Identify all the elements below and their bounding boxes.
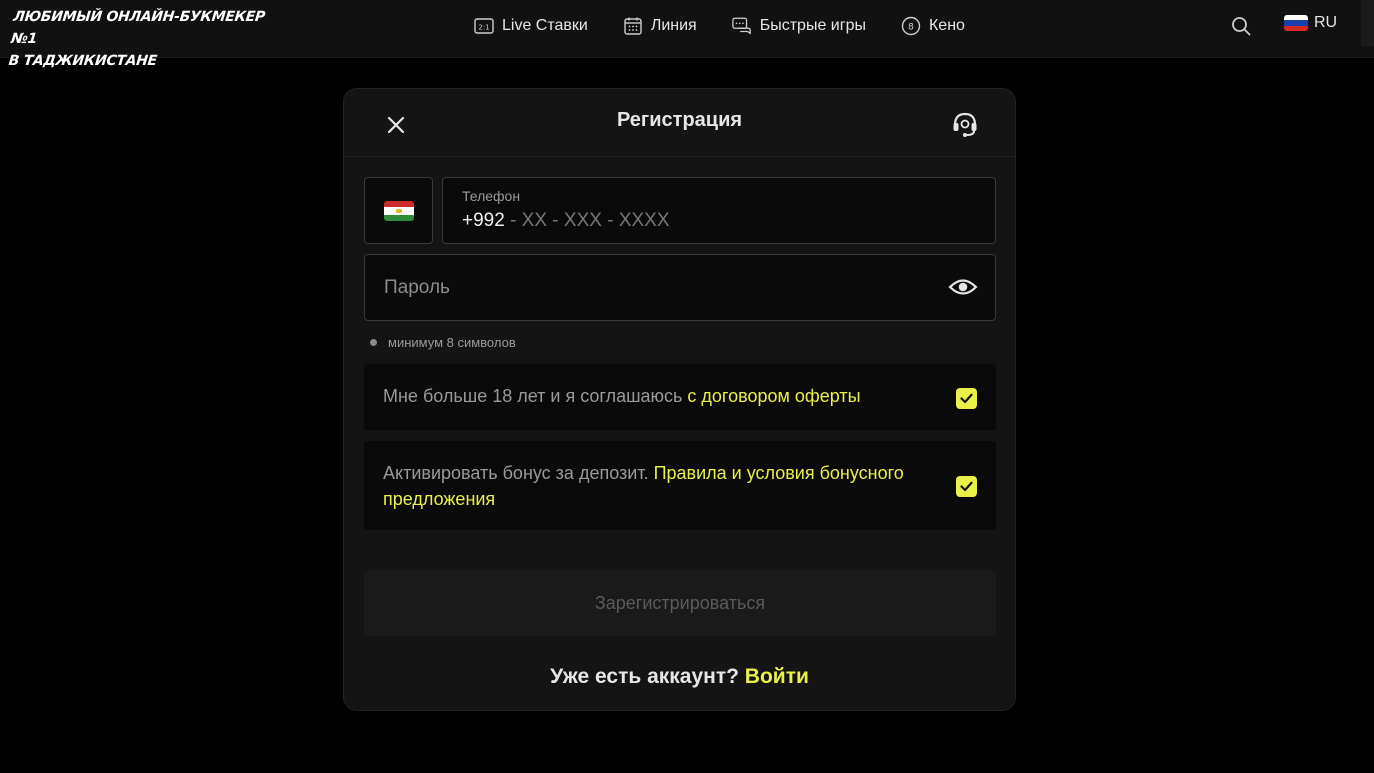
live-icon-text: 2:1: [478, 24, 489, 32]
calendar-icon: [623, 16, 643, 36]
nav-label-line: Линия: [650, 17, 697, 34]
hint-bullet: [370, 339, 377, 346]
nav-label-keno: Кено: [928, 17, 965, 34]
register-button[interactable]: Зарегистрироваться: [364, 570, 996, 636]
agreement-text: Мне больше 18 лет и я соглашаюсь с догов…: [383, 386, 861, 407]
checkmark-icon: [960, 481, 973, 492]
bonus-label: Активировать бонус за депозит.: [383, 463, 654, 483]
phone-input[interactable]: Телефон +992 - XX - XXX - XXXX: [442, 177, 996, 244]
nav-item-line[interactable]: Линия: [623, 16, 697, 36]
agreement-label: Мне больше 18 лет и я соглашаюсь: [383, 386, 688, 406]
scrollbar[interactable]: [1361, 0, 1374, 46]
nav-item-fast-games[interactable]: Быстрые игры: [731, 16, 866, 36]
live-icon: 2:1: [474, 16, 494, 36]
eye-icon[interactable]: [948, 275, 978, 299]
checkmark-icon: [960, 393, 973, 404]
bonus-checkbox[interactable]: [956, 476, 977, 497]
password-placeholder: Пароль: [384, 277, 450, 298]
phone-label: Телефон: [462, 188, 521, 204]
nav-label-live: Live Ставки: [502, 17, 588, 34]
login-row: Уже есть аккаунт? Войти: [344, 665, 1015, 689]
bonus-text: Активировать бонус за депозит. Правила и…: [383, 460, 953, 512]
brand-line-2: В ТАДЖИКИСТАНЕ: [7, 53, 158, 69]
search-icon[interactable]: [1230, 15, 1252, 37]
bonus-checkbox-row[interactable]: Активировать бонус за депозит. Правила и…: [364, 441, 996, 530]
support-headset-icon[interactable]: [948, 107, 982, 141]
login-prompt: Уже есть аккаунт?: [550, 665, 745, 688]
modal-title: Регистрация: [616, 109, 743, 131]
tajikistan-flag-icon: [383, 200, 414, 221]
russia-flag-icon: [1284, 15, 1308, 31]
login-link[interactable]: Войти: [745, 665, 809, 688]
phone-value: +992 - XX - XXX - XXXX: [462, 210, 670, 232]
language-code: RU: [1314, 14, 1338, 31]
main-nav: 2:1 Live Ставки Линия Быстрые игры 8 Кен…: [474, 0, 1000, 52]
offer-contract-link[interactable]: с договором оферты: [687, 386, 860, 406]
country-code-selector[interactable]: [364, 177, 433, 244]
nav-item-keno[interactable]: 8 Кено: [901, 16, 965, 36]
phone-prefix: +992: [462, 210, 505, 231]
keno-icon-text: 8: [908, 23, 914, 33]
password-hint: минимум 8 символов: [370, 335, 516, 350]
brand-logo[interactable]: ЛЮБИМЫЙ ОНЛАЙН-БУКМЕКЕР №1 В ТАДЖИКИСТАН…: [8, 6, 275, 72]
modal-header: Регистрация: [344, 89, 1015, 157]
nav-label-fast-games: Быстрые игры: [759, 17, 866, 34]
nav-item-live[interactable]: 2:1 Live Ставки: [474, 16, 588, 36]
phone-mask: - XX - XXX - XXXX: [504, 210, 670, 231]
chat-games-icon: [731, 16, 752, 36]
agreement-checkbox[interactable]: [956, 388, 977, 409]
hint-text: минимум 8 символов: [388, 335, 516, 350]
top-header: ЛЮБИМЫЙ ОНЛАЙН-БУКМЕКЕР №1 В ТАДЖИКИСТАН…: [0, 0, 1374, 69]
language-selector[interactable]: RU: [1284, 14, 1337, 32]
registration-modal: Регистрация Телефон +992 - XX - XXX - XX…: [343, 88, 1016, 711]
password-input[interactable]: Пароль: [364, 254, 996, 321]
brand-line-1: ЛЮБИМЫЙ ОНЛАЙН-БУКМЕКЕР №1: [10, 9, 266, 47]
keno-ball-icon: 8: [901, 16, 921, 36]
agreement-checkbox-row[interactable]: Мне больше 18 лет и я соглашаюсь с догов…: [364, 364, 996, 430]
